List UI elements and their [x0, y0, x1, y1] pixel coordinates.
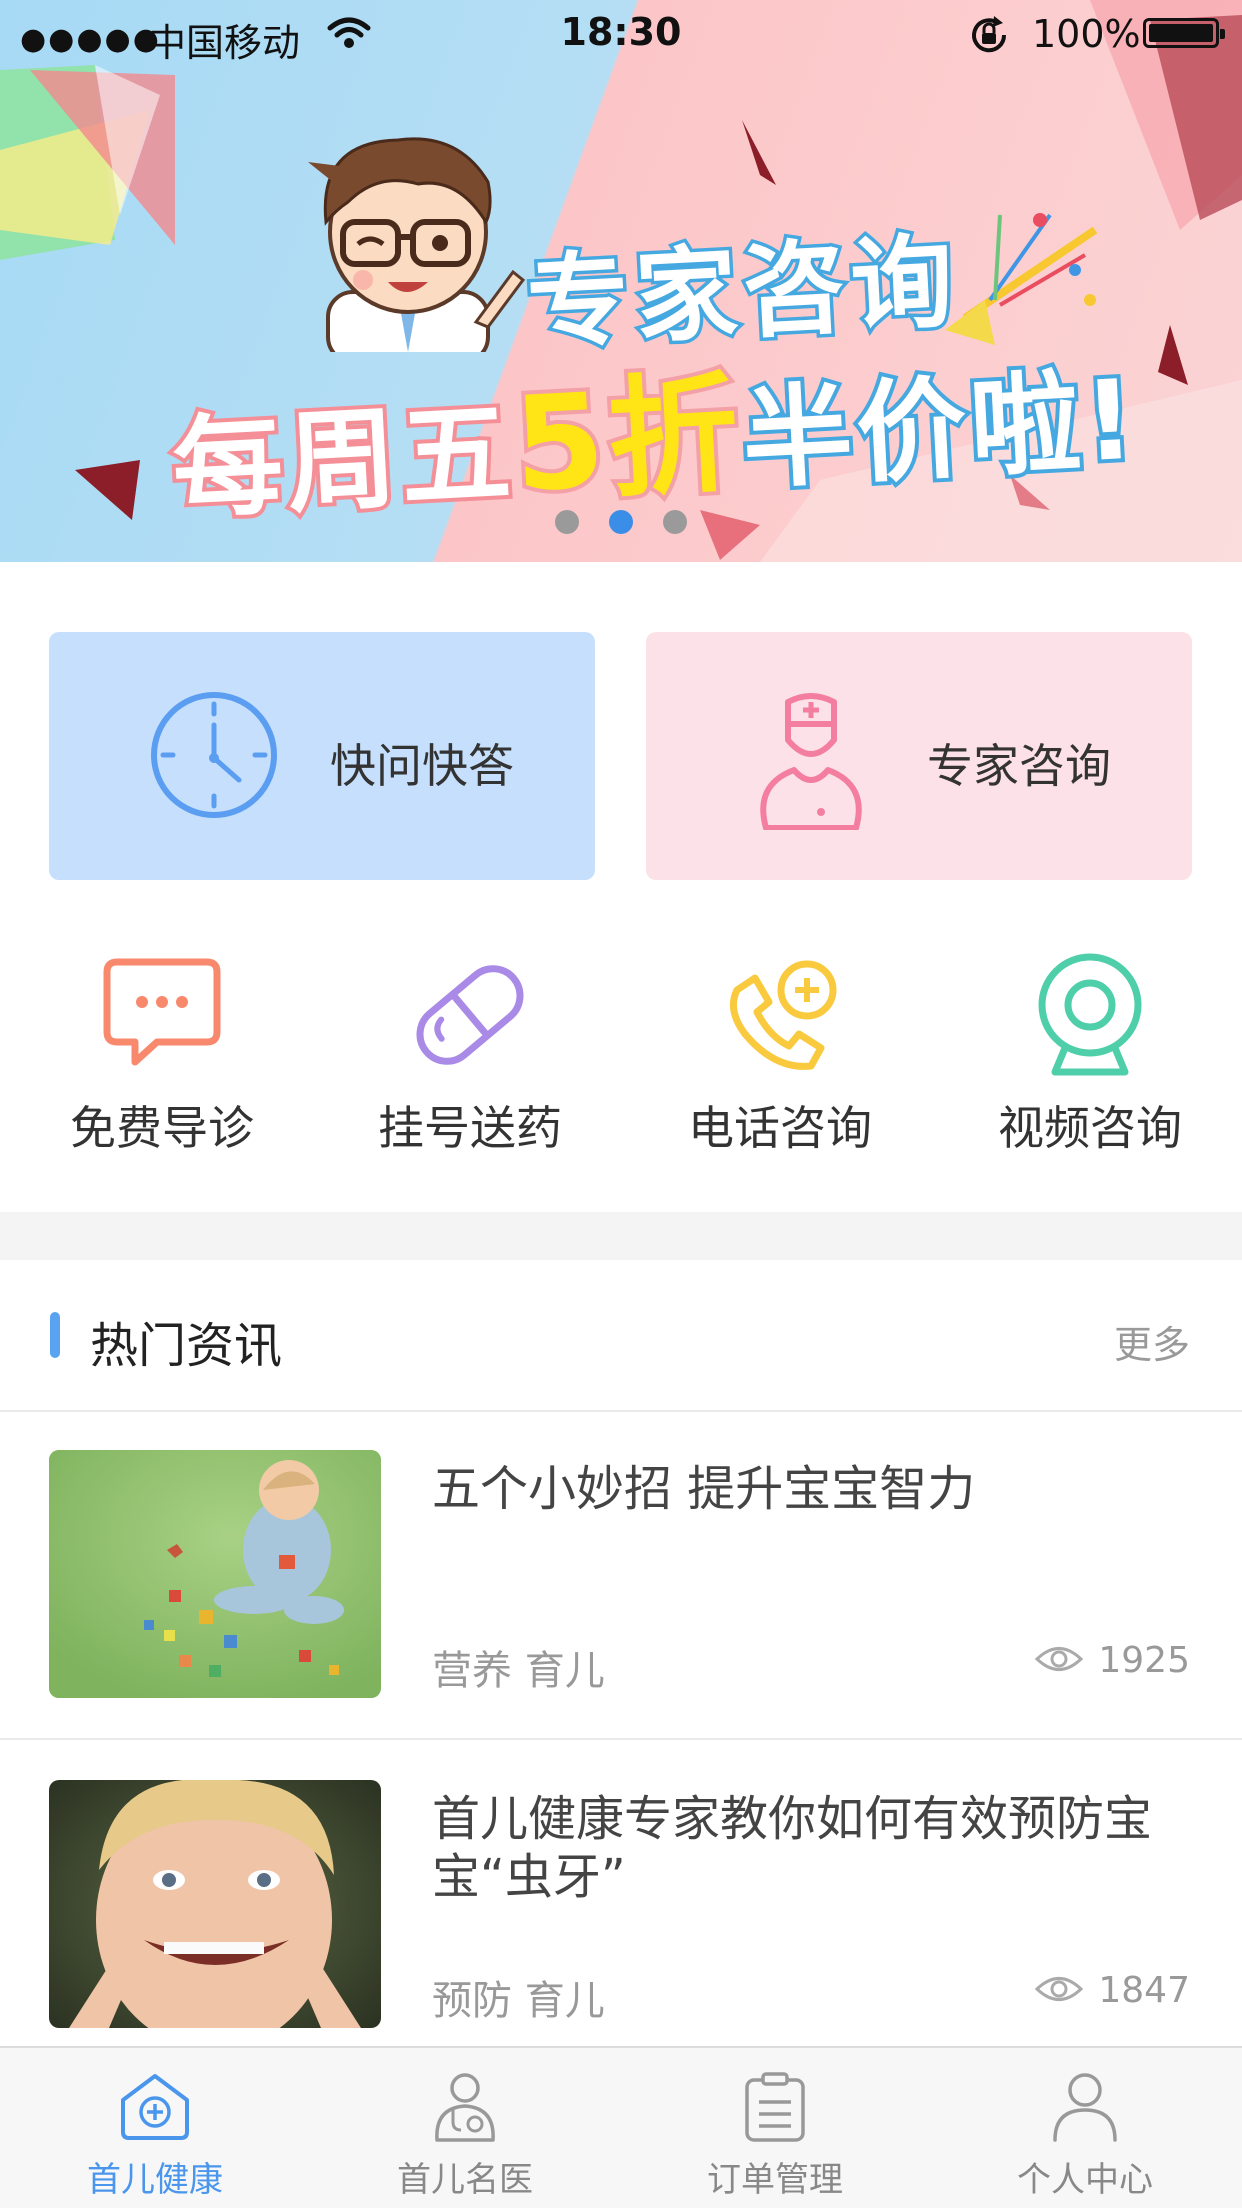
news-item[interactable]: 五个小妙招 提升宝宝智力 营养 育儿 1925 [0, 1410, 1242, 1740]
tab-doctors[interactable]: 首儿名医 [310, 2070, 620, 2201]
news-tags: 预防 育儿 [432, 1978, 605, 2024]
free-triage-label: 免费导诊 [70, 1101, 254, 1155]
bottom-tab-bar: 首儿健康 首儿名医 订单管理 个人中心 [0, 2046, 1242, 2208]
video-consult-item[interactable]: 视频咨询 [940, 950, 1240, 1158]
home-plus-icon [121, 2074, 189, 2140]
news-title: 五个小妙招 提升宝宝智力 [432, 1461, 976, 1517]
tab-doctors-label: 首儿名医 [397, 2160, 533, 2200]
quick-answer-label: 快问快答 [330, 739, 514, 793]
banner-discount: 5折 [506, 353, 750, 525]
news-thumbnail-child [49, 1780, 381, 2028]
quick-answer-card[interactable]: 快问快答 [49, 632, 595, 880]
hot-news-header: 热门资讯 更多 [0, 1260, 1242, 1412]
phone-consult-item[interactable]: 电话咨询 [630, 950, 930, 1158]
clipboard-icon [745, 2072, 805, 2142]
person-icon [1053, 2073, 1117, 2142]
section-accent-bar [50, 1312, 60, 1358]
tab-profile[interactable]: 个人中心 [930, 2070, 1240, 2201]
carousel-dot[interactable] [555, 510, 579, 534]
phone-plus-icon [729, 960, 837, 1070]
tab-profile-label: 个人中心 [1017, 2160, 1153, 2200]
free-triage-item[interactable]: 免费导诊 [12, 950, 312, 1158]
news-thumbnail-baby [49, 1450, 381, 1698]
app-screen: ●●●●● 中国移动 18:30 100% 专家咨询 每周五5折半价啦! 快问快… [0, 0, 1242, 2208]
promo-banner[interactable]: ●●●●● 中国移动 18:30 100% 专家咨询 每周五5折半价啦! [0, 0, 1242, 562]
status-bar: ●●●●● 中国移动 18:30 100% [0, 0, 1242, 66]
pill-icon [416, 965, 524, 1065]
carousel-indicator[interactable] [0, 510, 1242, 534]
section-divider [0, 1212, 1242, 1260]
section-title: 热门资讯 [90, 1318, 283, 1374]
view-count-value: 1925 [1098, 1640, 1190, 1681]
tab-orders[interactable]: 订单管理 [620, 2070, 930, 2201]
registration-delivery-label: 挂号送药 [378, 1101, 562, 1155]
doctor-icon [435, 2073, 495, 2142]
tab-orders-label: 订单管理 [707, 2160, 843, 2200]
view-count-value: 1847 [1098, 1970, 1190, 2011]
news-item[interactable]: 首儿健康专家教你如何有效预防宝宝“虫牙” 预防 育儿 1847 [0, 1740, 1242, 2068]
eye-icon [1035, 1647, 1084, 1671]
battery-percent: 100% [1032, 12, 1141, 56]
more-link[interactable]: 更多 [1114, 1314, 1190, 1369]
tab-home[interactable]: 首儿健康 [0, 2070, 310, 2201]
registration-delivery-item[interactable]: 挂号送药 [320, 950, 620, 1158]
expert-consult-label: 专家咨询 [927, 739, 1111, 793]
phone-consult-label: 电话咨询 [688, 1101, 872, 1155]
news-tags: 营养 育儿 [432, 1648, 605, 1694]
video-consult-label: 视频咨询 [998, 1101, 1182, 1155]
carousel-dot[interactable] [663, 510, 687, 534]
nurse-icon [760, 693, 862, 830]
tab-home-label: 首儿健康 [87, 2160, 223, 2200]
carousel-dot-active[interactable] [609, 510, 633, 534]
rotation-lock-icon [968, 14, 1010, 60]
view-count: 1847 [1034, 1970, 1190, 2011]
view-count: 1925 [1034, 1640, 1190, 1681]
news-title: 首儿健康专家教你如何有效预防宝宝“虫牙” [432, 1791, 1153, 1905]
clock-icon [151, 692, 277, 818]
chat-bubble-icon [103, 958, 221, 1066]
eye-icon [1035, 1977, 1084, 2001]
webcam-icon [1038, 953, 1142, 1076]
expert-consult-card[interactable]: 专家咨询 [646, 632, 1192, 880]
banner-subheadline-part3: 半价啦! [735, 351, 1145, 508]
doctor-mascot-image [308, 137, 526, 352]
battery-icon [1143, 18, 1225, 48]
